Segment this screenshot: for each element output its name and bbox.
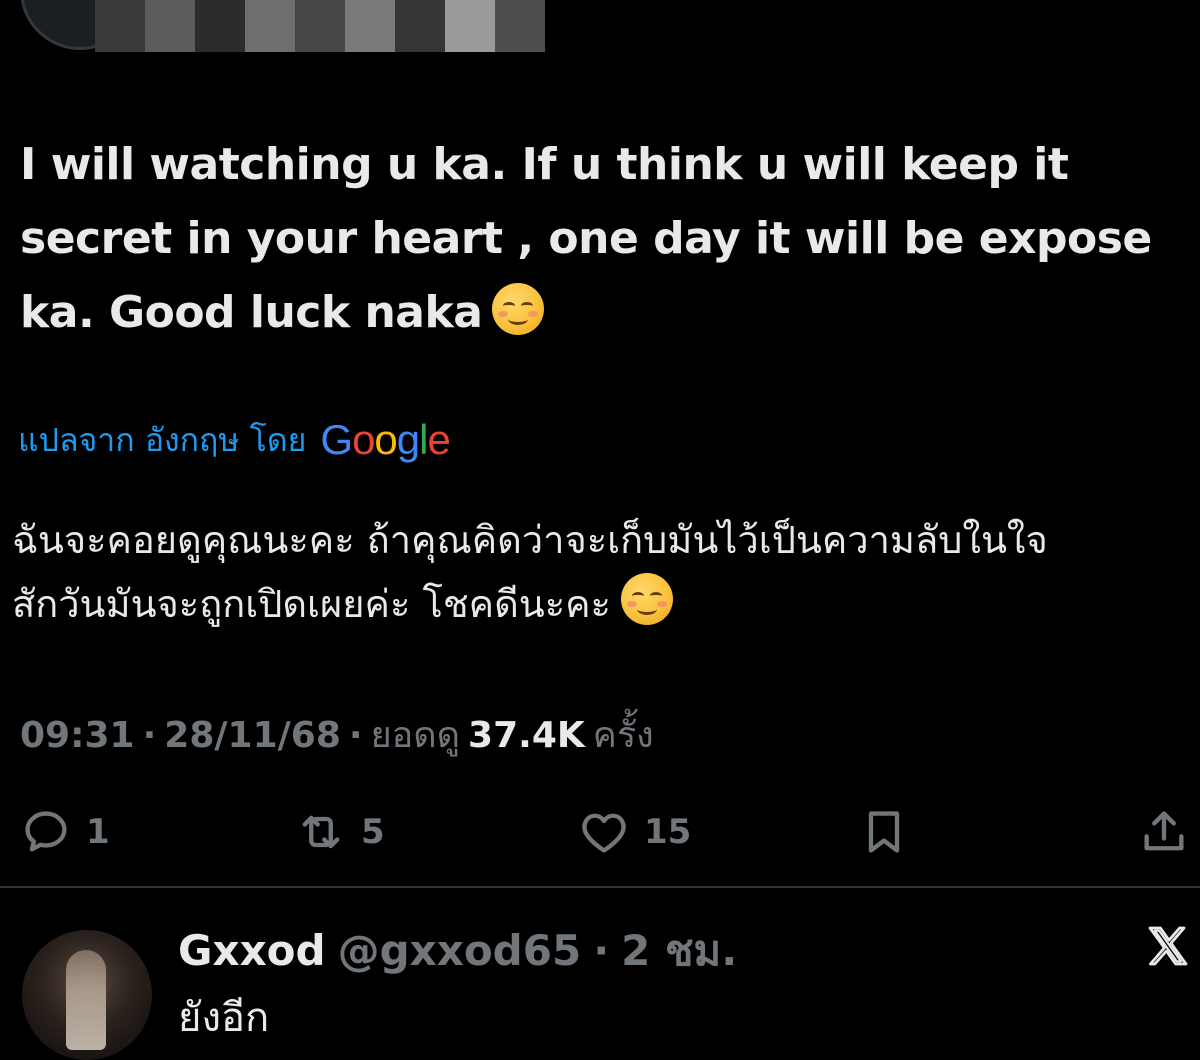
reply-author-name[interactable]: Gxxod (178, 926, 326, 975)
reply-button[interactable]: 1 (20, 800, 110, 864)
tweet-author-header (0, 0, 1200, 60)
share-icon (1144, 811, 1184, 851)
tweet-meta: 09:31 · 28/11/68 · ยอดดู 37.4K ครั้ง (20, 706, 654, 763)
reply-icon (25, 811, 67, 852)
tweet-line-1: I will watching u ka. If u think u will … (20, 139, 1069, 190)
reply-author-handle[interactable]: @gxxod65 (338, 926, 582, 975)
translated-text: ฉันจะคอยดูคุณนะคะ ถ้าคุณคิดว่าจะเก็บมันไ… (12, 508, 1192, 636)
tweet-text: I will watching u ka. If u think u will … (20, 128, 1180, 350)
meta-separator: · (348, 715, 363, 756)
bookmark-button[interactable] (858, 800, 910, 864)
pixelated-author-name (95, 0, 545, 52)
share-button[interactable] (1138, 800, 1190, 864)
tweet-line-2: secret in your heart , one day it will b… (20, 213, 1152, 264)
reply-time[interactable]: 2 ชม. (621, 918, 737, 984)
views-count[interactable]: 37.4K (468, 715, 585, 756)
divider (0, 886, 1200, 888)
views-unit: ครั้ง (592, 715, 654, 756)
translated-line-1: ฉันจะคอยดูคุณนะคะ ถ้าคุณคิดว่าจะเก็บมันไ… (12, 518, 1048, 562)
smiling-face-icon (620, 573, 673, 625)
translated-from-label: แปลจาก อังกฤษ โดย (18, 420, 307, 459)
reply-separator: · (593, 926, 610, 975)
retweet-icon (302, 815, 340, 849)
x-logo-icon (1148, 926, 1188, 966)
smiling-face-icon (492, 283, 545, 335)
tweet-line-3-text: ka. Good luck naka (20, 287, 483, 338)
reply-count: 1 (86, 812, 110, 852)
tweet-action-bar: 1 5 15 (0, 800, 1200, 864)
translated-line-2: สักวันมันจะถูกเปิดเผยค่ะ โชคดีนะคะ (12, 572, 1192, 636)
meta-separator: · (142, 715, 157, 756)
retweet-button[interactable]: 5 (295, 800, 385, 864)
translated-by-google-link[interactable]: แปลจาก อังกฤษ โดย Google (18, 412, 451, 468)
translated-line-2-text: สักวันมันจะถูกเปิดเผยค่ะ โชคดีนะคะ (12, 582, 611, 626)
retweet-count: 5 (361, 812, 385, 852)
reply-header: Gxxod @gxxod65 · 2 ชม. (178, 918, 737, 984)
like-button[interactable]: 15 (578, 800, 691, 864)
like-count: 15 (644, 812, 692, 852)
tweet-date[interactable]: 28/11/68 (164, 715, 341, 756)
google-logo: Google (320, 416, 450, 463)
reply-author-avatar[interactable] (22, 930, 152, 1060)
tweet-line-3: ka. Good luck naka (20, 276, 1180, 350)
reply-text: ยังอีก (178, 995, 270, 1041)
heart-icon (582, 813, 626, 853)
tweet-time[interactable]: 09:31 (20, 715, 135, 756)
views-label: ยอดดู (370, 715, 461, 756)
bookmark-icon (868, 811, 900, 853)
